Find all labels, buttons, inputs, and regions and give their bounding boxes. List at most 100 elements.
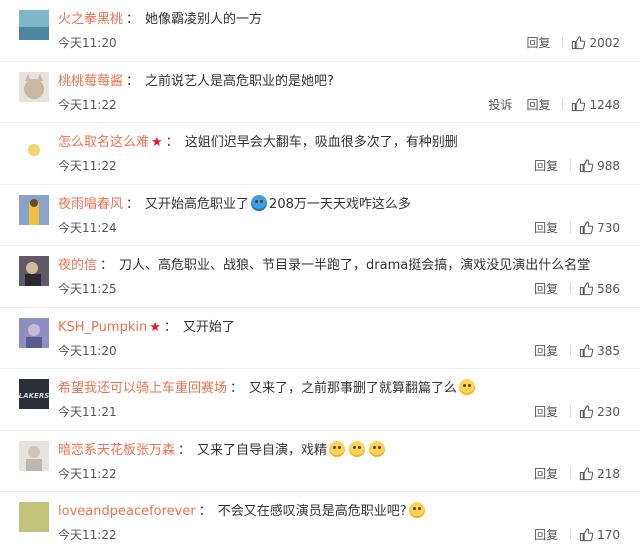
avatar[interactable]: [19, 440, 49, 471]
lakers-logo-text: LAKERS: [19, 392, 49, 400]
like-count: 230: [597, 405, 620, 419]
comment-item: 桃桃莓莓酱：之前说艺人是高危职业的是她吧? 今天11:22 投诉 回复 1248: [0, 62, 640, 123]
laugh-emoji-icon: [349, 440, 366, 457]
timestamp: 今天11:20: [58, 343, 117, 358]
avatar[interactable]: [19, 317, 49, 348]
comment-item: 火之拳黑桃：她像霸凌别人的一方 今天11:20 回复 2002: [0, 0, 640, 62]
vip-star-icon: ★: [149, 319, 161, 335]
comment-line: loveandpeaceforever：不会又在感叹演员是高危职业吧?: [58, 502, 630, 522]
username[interactable]: 夜的信: [58, 258, 97, 273]
comment-actions: 回复 730: [520, 219, 620, 236]
reply-button[interactable]: 回复: [534, 528, 558, 542]
username[interactable]: 希望我还可以骑上车重回赛场: [58, 381, 227, 396]
avatar[interactable]: [19, 502, 49, 532]
comment-item: 夜雨唱春风：又开始高危职业了 208万一天天戏咋这么多 今天11:24 回复 730: [0, 185, 640, 246]
thumb-up-icon: [572, 97, 586, 111]
doraemon-emoji-icon: [251, 194, 268, 211]
comment-item: 夜的信：刀人、高危职业、战狼、节目录一半跑了，drama挺会搞，演戏没见演出什么…: [0, 246, 640, 308]
comment-text: 这姐们迟早会大翻车，吸血很多次了，有种别删: [184, 135, 458, 150]
vip-star-icon: ★: [151, 135, 163, 150]
comment-actions: 回复 218: [520, 465, 620, 482]
username[interactable]: 怎么取名这么难: [58, 135, 149, 150]
like-button[interactable]: 586: [579, 282, 620, 296]
reply-button[interactable]: 回复: [534, 159, 558, 173]
comment-text: 不会又在感叹演员是高危职业吧?: [217, 504, 407, 519]
timestamp: 今天11:22: [58, 528, 117, 542]
comment-line: 希望我还可以骑上车重回赛场：又来了，之前那事删了就算翻篇了么: [58, 379, 630, 399]
comment-text: 又来了，之前那事删了就算翻篇了么: [249, 381, 458, 396]
comment-item: KSH_Pumpkin ★：又开始了 今天11:20 回复 385: [0, 308, 640, 369]
comment-line: 火之拳黑桃：她像霸凌别人的一方: [58, 12, 263, 27]
comment-actions: 回复 385: [520, 342, 620, 359]
comment-line: 桃桃莓莓酱：之前说艺人是高危职业的是她吧?: [58, 73, 334, 89]
timestamp: 今天11:22: [58, 97, 117, 112]
avatar[interactable]: [19, 10, 49, 40]
like-button[interactable]: 730: [579, 221, 620, 235]
laugh-emoji-icon: [329, 440, 346, 457]
like-button[interactable]: 230: [579, 405, 620, 419]
comment-text: 又来了自导自演，戏精: [197, 442, 328, 458]
reply-button[interactable]: 回复: [534, 282, 558, 296]
thumb-up-icon: [579, 528, 594, 542]
thumb-up-icon: [579, 220, 594, 234]
reply-button[interactable]: 回复: [526, 36, 550, 50]
like-count: 218: [597, 466, 620, 481]
like-count: 586: [597, 282, 620, 296]
timestamp: 今天11:21: [58, 405, 117, 419]
thumb-up-icon: [579, 466, 594, 480]
like-count: 2002: [589, 36, 620, 50]
comment-text: 又开始了: [182, 319, 235, 335]
avatar[interactable]: [19, 194, 49, 225]
username[interactable]: 火之拳黑桃: [58, 12, 123, 27]
comment-actions: 回复 170: [520, 526, 620, 543]
like-count: 385: [597, 343, 620, 358]
like-button[interactable]: 988: [579, 159, 620, 173]
wink-emoji-icon: [459, 379, 476, 395]
comment-item: LAKERS 希望我还可以骑上车重回赛场：又来了，之前那事删了就算翻篇了么 今天…: [0, 369, 640, 431]
comment-text: 刀人、高危职业、战狼、节目录一半跑了，drama挺会搞，演戏没见演出什么名堂: [119, 258, 591, 273]
reply-button[interactable]: 回复: [534, 467, 558, 481]
comment-line: 夜的信：刀人、高危职业、战狼、节目录一半跑了，drama挺会搞，演戏没见演出什么…: [58, 258, 591, 273]
avatar[interactable]: [19, 256, 49, 286]
reply-button[interactable]: 回复: [534, 221, 558, 235]
like-button[interactable]: 385: [579, 344, 620, 358]
comment-text: 之前说艺人是高危职业的是她吧?: [145, 73, 334, 89]
timestamp: 今天11:20: [58, 36, 117, 50]
username[interactable]: 夜雨唱春风: [58, 197, 123, 212]
like-count: 1248: [589, 97, 620, 112]
like-button[interactable]: 1248: [571, 98, 620, 112]
avatar[interactable]: LAKERS: [19, 379, 49, 409]
thumb-up-icon: [579, 343, 594, 357]
comment-text: 她像霸凌别人的一方: [145, 12, 263, 27]
timestamp: 今天11:24: [58, 220, 117, 235]
comment-list: 火之拳黑桃：她像霸凌别人的一方 今天11:20 回复 2002 桃桃莓莓酱：之前说…: [0, 0, 640, 550]
sweat-emoji-icon: [408, 502, 425, 518]
username[interactable]: 暗恋系天花板张万森: [58, 443, 175, 458]
like-button[interactable]: 2002: [571, 36, 620, 50]
like-button[interactable]: 170: [579, 528, 620, 542]
report-button[interactable]: 投诉: [488, 98, 512, 112]
comment-actions: 回复 988: [520, 157, 620, 174]
laugh-emoji-icon: [369, 440, 386, 457]
username[interactable]: KSH_Pumpkin: [58, 320, 147, 335]
reply-button[interactable]: 回复: [534, 344, 558, 358]
username[interactable]: loveandpeaceforever: [58, 504, 196, 519]
comment-line: KSH_Pumpkin ★：又开始了: [58, 319, 235, 335]
comment-actions: 回复 586: [520, 280, 620, 297]
username[interactable]: 桃桃莓莓酱: [58, 74, 123, 89]
comment-text-part2: 208万一天天戏咋这么多: [269, 196, 411, 212]
thumb-up-icon: [572, 36, 586, 50]
avatar[interactable]: [19, 71, 49, 102]
avatar[interactable]: [19, 133, 49, 163]
reply-button[interactable]: 回复: [534, 405, 558, 419]
like-count: 988: [597, 159, 620, 173]
comment-actions: 投诉 回复 1248: [474, 96, 620, 113]
comment-actions: 回复 2002: [512, 34, 620, 51]
thumb-up-icon: [579, 405, 594, 419]
thumb-up-icon: [579, 282, 594, 296]
comment-line: 暗恋系天花板张万森：又来了自导自演，戏精: [58, 440, 630, 461]
reply-button[interactable]: 回复: [526, 98, 550, 112]
like-button[interactable]: 218: [579, 467, 620, 481]
comment-actions: 回复 230: [520, 403, 620, 420]
like-count: 730: [597, 220, 620, 235]
